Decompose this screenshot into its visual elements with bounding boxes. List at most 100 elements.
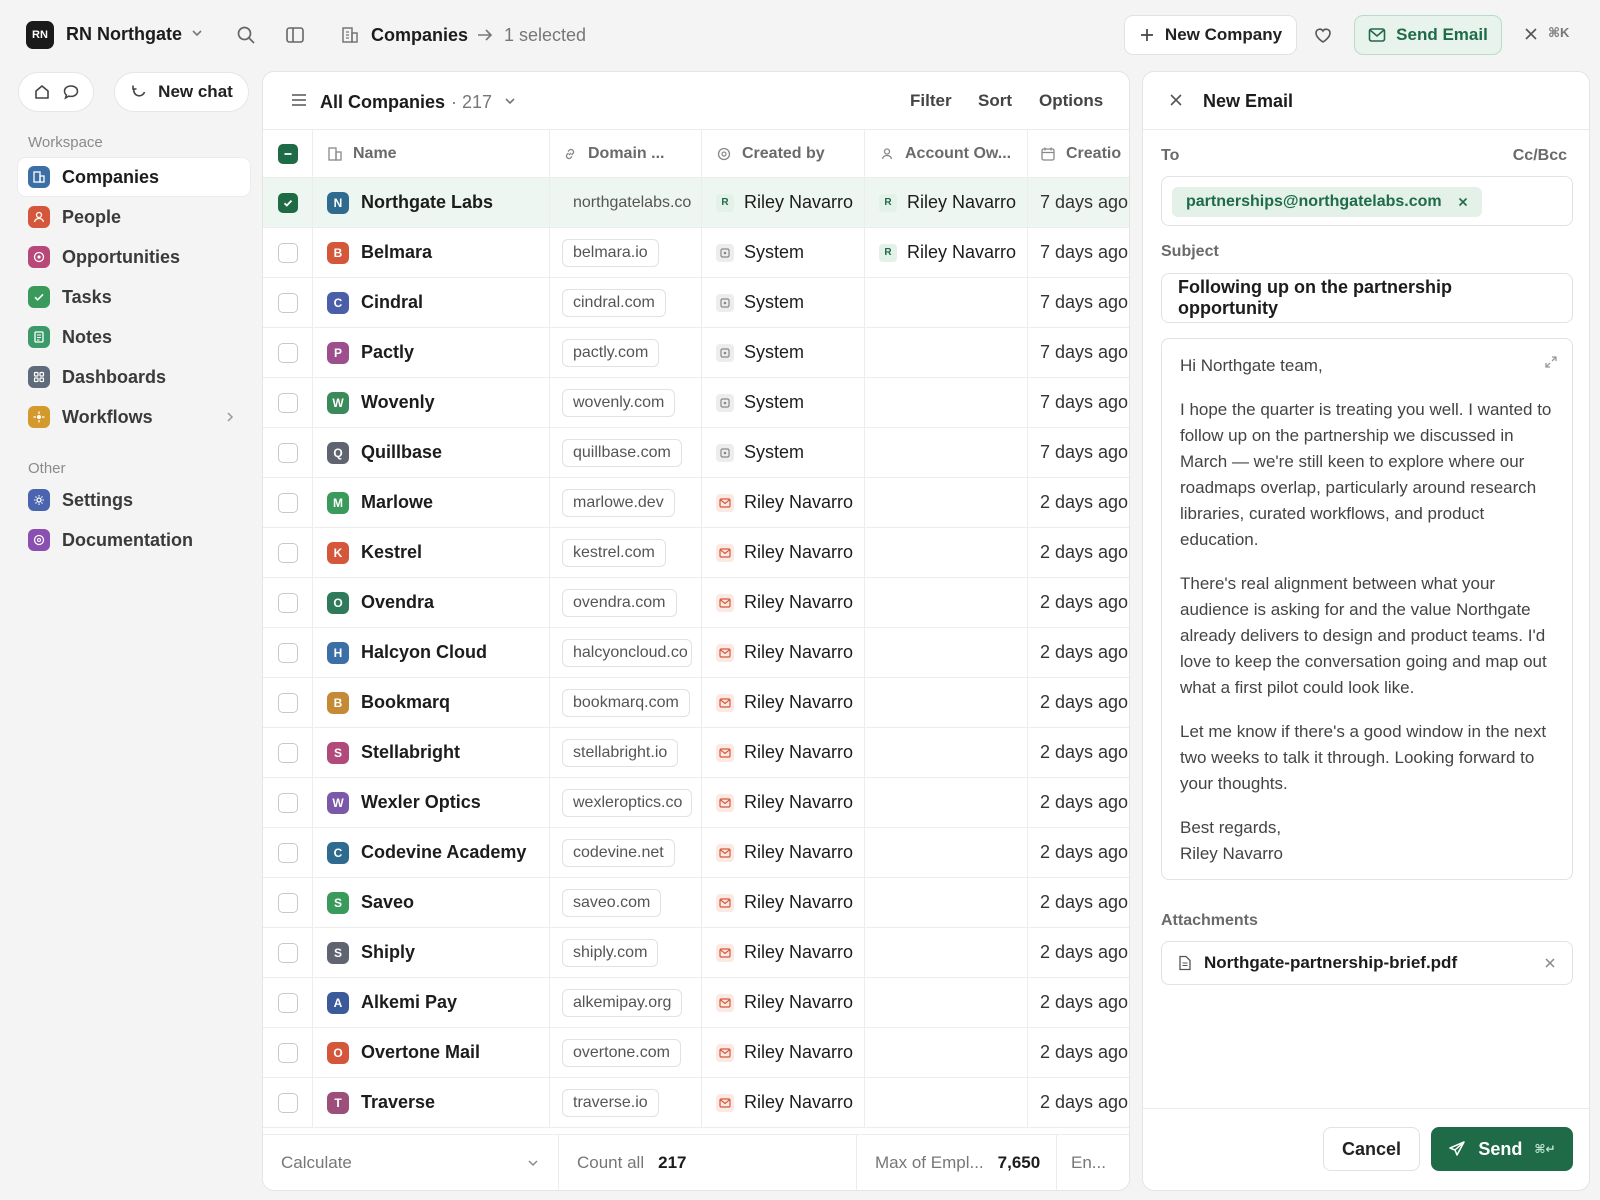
company-name-cell[interactable]: W Wovenly <box>313 378 550 427</box>
row-checkbox[interactable] <box>277 642 298 663</box>
row-checkbox[interactable] <box>277 692 298 713</box>
created-by-cell[interactable]: Riley Navarro <box>702 628 865 677</box>
table-row[interactable]: T Traverse traverse.io Riley Navarro 2 days … <box>263 1078 1129 1128</box>
domain-cell[interactable]: bookmarq.com <box>550 678 702 727</box>
send-email-button[interactable]: Send Email <box>1354 15 1502 55</box>
domain-cell[interactable]: quillbase.com <box>550 428 702 477</box>
company-name-cell[interactable]: S Shiply <box>313 928 550 977</box>
creation-date-cell[interactable]: 2 days ago <box>1028 778 1129 827</box>
sidebar-toggle-icon[interactable] <box>285 25 305 45</box>
created-by-cell[interactable]: Riley Navarro <box>702 778 865 827</box>
domain-cell[interactable]: wexleroptics.co <box>550 778 702 827</box>
domain-chip[interactable]: wovenly.com <box>562 388 676 417</box>
chevron-down-icon[interactable] <box>503 94 517 108</box>
cc-bcc-button[interactable]: Cc/Bcc <box>1513 147 1567 165</box>
row-checkbox[interactable] <box>277 342 298 363</box>
row-checkbox[interactable] <box>277 492 298 513</box>
workspace-logo[interactable]: RN <box>26 21 54 49</box>
home-icon[interactable] <box>33 83 51 101</box>
table-row[interactable]: S Shiply shiply.com Riley Navarro 2 days ago <box>263 928 1129 978</box>
table-row[interactable]: O Overtone Mail overtone.com Riley Navarro 2… <box>263 1028 1129 1078</box>
creation-date-cell[interactable]: 7 days ago <box>1028 228 1129 277</box>
column-header-domain[interactable]: Domain ... <box>550 130 702 177</box>
chevron-down-icon[interactable] <box>190 26 204 40</box>
sort-button[interactable]: Sort <box>978 91 1012 111</box>
domain-cell[interactable]: belmara.io <box>550 228 702 277</box>
domain-cell[interactable]: cindral.com <box>550 278 702 327</box>
account-owner-cell[interactable] <box>865 878 1028 927</box>
created-by-cell[interactable]: System <box>702 378 865 427</box>
created-by-cell[interactable]: System <box>702 328 865 377</box>
row-checkbox[interactable] <box>277 842 298 863</box>
account-owner-cell[interactable] <box>865 1078 1028 1127</box>
row-checkbox[interactable] <box>277 892 298 913</box>
account-owner-cell[interactable] <box>865 578 1028 627</box>
row-checkbox[interactable] <box>277 242 298 263</box>
account-owner-cell[interactable] <box>865 778 1028 827</box>
workspace-name[interactable]: RN Northgate <box>66 24 182 45</box>
sidebar-item-people[interactable]: People <box>18 198 250 236</box>
creation-date-cell[interactable]: 2 days ago <box>1028 928 1129 977</box>
company-name-cell[interactable]: S Stellabright <box>313 728 550 777</box>
select-all-checkbox[interactable] <box>277 143 298 164</box>
domain-cell[interactable]: alkemipay.org <box>550 978 702 1027</box>
domain-cell[interactable]: kestrel.com <box>550 528 702 577</box>
table-row[interactable]: H Halcyon Cloud halcyoncloud.co Riley Navar… <box>263 628 1129 678</box>
row-checkbox[interactable] <box>277 292 298 313</box>
account-owner-cell[interactable] <box>865 728 1028 777</box>
sidebar-item-documentation[interactable]: Documentation <box>18 521 250 559</box>
company-name-cell[interactable]: M Marlowe <box>313 478 550 527</box>
domain-chip[interactable]: wexleroptics.co <box>562 788 692 817</box>
creation-date-cell[interactable]: 7 days ago <box>1028 328 1129 377</box>
created-by-cell[interactable]: Riley Navarro <box>702 1028 865 1077</box>
expand-icon[interactable] <box>1544 355 1558 369</box>
calculate-dropdown[interactable]: Calculate <box>263 1135 559 1190</box>
table-row[interactable]: C Codevine Academy codevine.net Riley Navar… <box>263 828 1129 878</box>
company-name-cell[interactable]: P Pactly <box>313 328 550 377</box>
account-owner-cell[interactable] <box>865 528 1028 577</box>
row-checkbox[interactable] <box>277 792 298 813</box>
sidebar-item-tasks[interactable]: Tasks <box>18 278 250 316</box>
account-owner-cell[interactable] <box>865 478 1028 527</box>
created-by-cell[interactable]: Riley Navarro <box>702 678 865 727</box>
new-chat-button[interactable]: New chat <box>114 72 249 112</box>
sidebar-item-notes[interactable]: Notes <box>18 318 250 356</box>
table-row[interactable]: W Wovenly wovenly.com System 7 days ago <box>263 378 1129 428</box>
row-checkbox[interactable] <box>277 1092 298 1113</box>
account-owner-cell[interactable] <box>865 978 1028 1027</box>
table-row[interactable]: Q Quillbase quillbase.com System 7 days ago <box>263 428 1129 478</box>
creation-date-cell[interactable]: 2 days ago <box>1028 678 1129 727</box>
sidebar-item-opportunities[interactable]: Opportunities <box>18 238 250 276</box>
company-name-cell[interactable]: S Saveo <box>313 878 550 927</box>
domain-cell[interactable]: halcyoncloud.co <box>550 628 702 677</box>
domain-chip[interactable]: cindral.com <box>562 288 666 317</box>
column-header-created-by[interactable]: Created by <box>702 130 865 177</box>
table-row[interactable]: M Marlowe marlowe.dev Riley Navarro 2 days a… <box>263 478 1129 528</box>
domain-cell[interactable]: wovenly.com <box>550 378 702 427</box>
creation-date-cell[interactable]: 2 days ago <box>1028 978 1129 1027</box>
table-row[interactable]: C Cindral cindral.com System 7 days ago <box>263 278 1129 328</box>
column-header-account-owner[interactable]: Account Ow... <box>865 130 1028 177</box>
created-by-cell[interactable]: System <box>702 228 865 277</box>
company-name-cell[interactable]: N Northgate Labs <box>313 178 550 227</box>
created-by-cell[interactable]: System <box>702 278 865 327</box>
domain-chip[interactable]: quillbase.com <box>562 438 682 467</box>
heart-icon[interactable] <box>1313 25 1333 45</box>
created-by-cell[interactable]: System <box>702 428 865 477</box>
account-owner-cell[interactable] <box>865 278 1028 327</box>
row-checkbox[interactable] <box>277 1042 298 1063</box>
company-name-cell[interactable]: C Cindral <box>313 278 550 327</box>
row-checkbox[interactable] <box>277 942 298 963</box>
domain-cell[interactable]: shiply.com <box>550 928 702 977</box>
table-row[interactable]: B Belmara belmara.io System R Riley Navarro 7 … <box>263 228 1129 278</box>
creation-date-cell[interactable]: 2 days ago <box>1028 478 1129 527</box>
domain-cell[interactable]: codevine.net <box>550 828 702 877</box>
row-checkbox[interactable] <box>277 392 298 413</box>
domain-chip[interactable]: shiply.com <box>562 938 659 967</box>
max-employees-aggregate[interactable]: Max of Empl... 7,650 <box>857 1135 1057 1190</box>
close-icon[interactable] <box>1524 27 1538 41</box>
created-by-cell[interactable]: Riley Navarro <box>702 528 865 577</box>
sidebar-item-companies[interactable]: Companies <box>18 158 250 196</box>
table-row[interactable]: K Kestrel kestrel.com Riley Navarro 2 days a… <box>263 528 1129 578</box>
account-owner-cell[interactable] <box>865 828 1028 877</box>
